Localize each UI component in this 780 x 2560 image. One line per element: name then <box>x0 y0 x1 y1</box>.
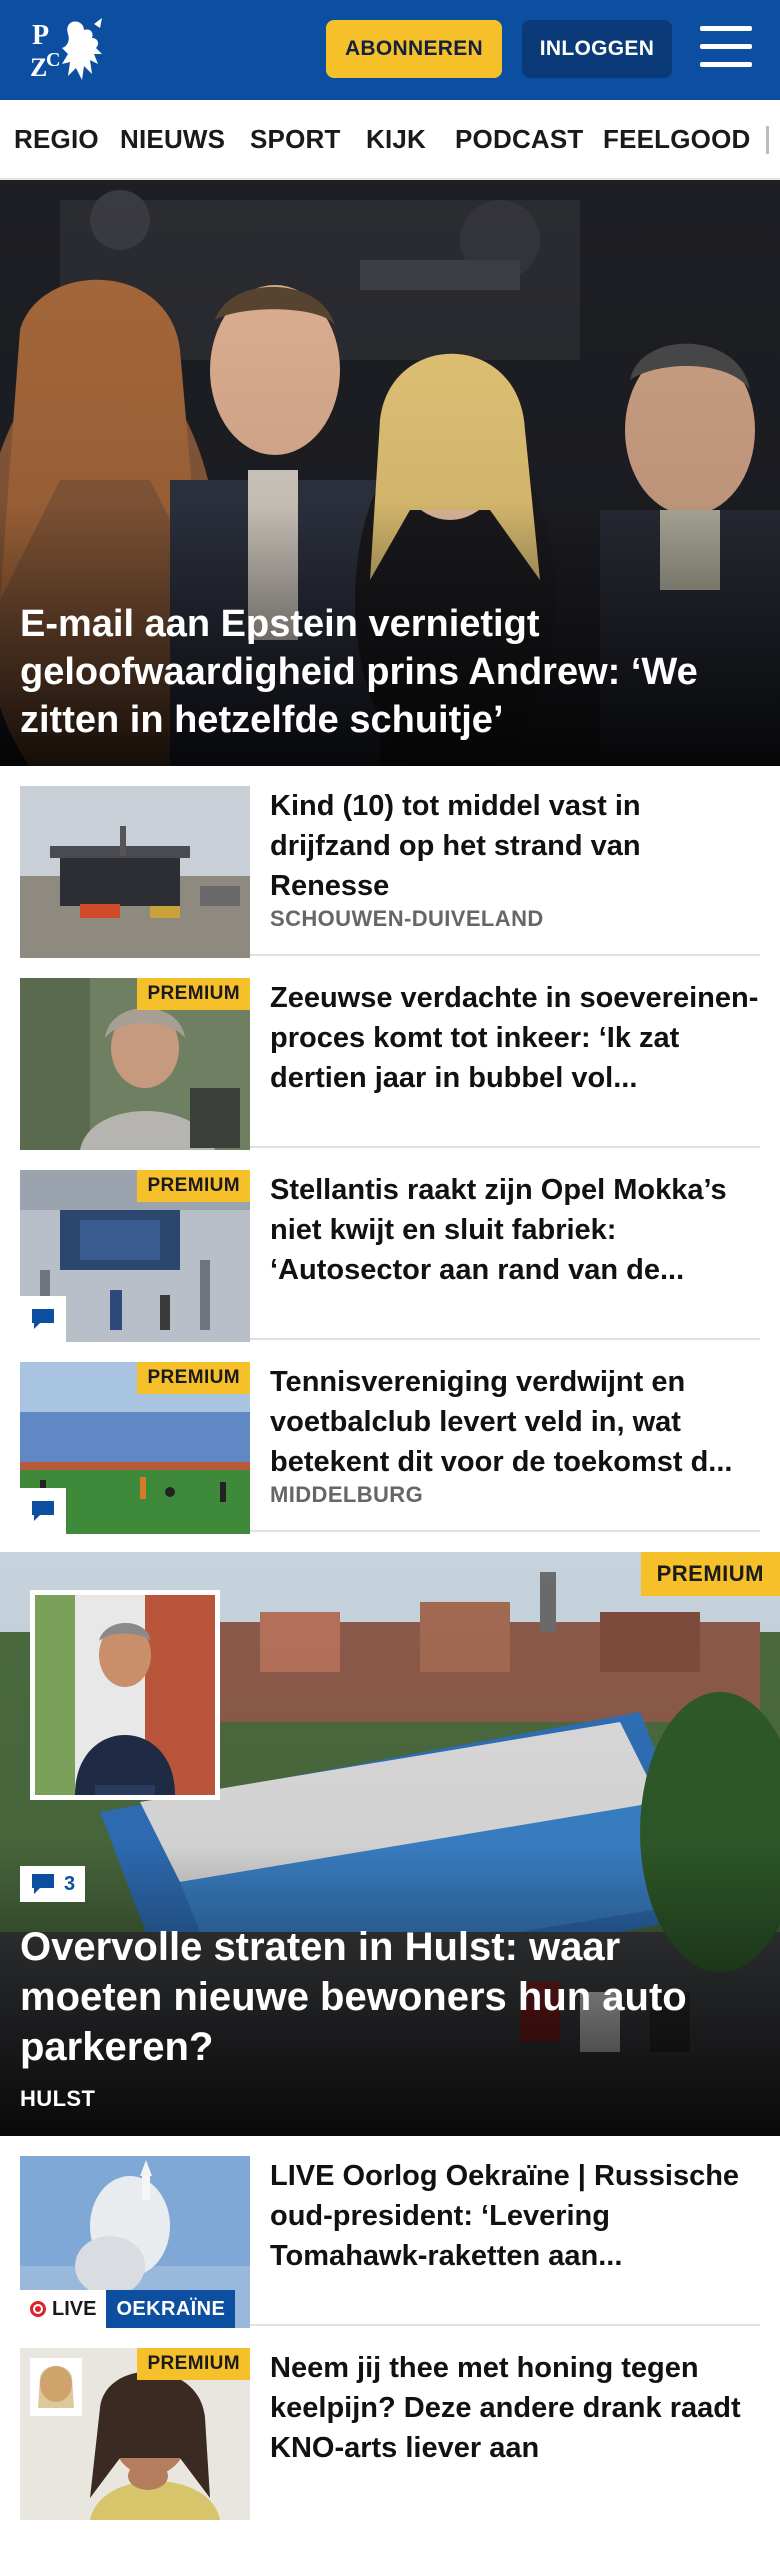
nav-item-podcast[interactable]: PODCAST <box>455 124 584 155</box>
comment-count: 3 <box>64 1872 76 1895</box>
premium-badge: PREMIUM <box>137 2348 250 2380</box>
login-button[interactable]: INLOGGEN <box>522 20 672 78</box>
live-label: LIVE <box>52 2297 97 2320</box>
comment-icon[interactable] <box>20 1296 66 1342</box>
article-thumbnail <box>20 786 250 958</box>
comment-count-badge[interactable]: 3 <box>20 1866 86 1902</box>
nav-item-sport[interactable]: SPORT <box>250 124 341 155</box>
article-thumbnail: PREMIUM <box>20 2348 250 2520</box>
hero-headline[interactable]: E-mail aan Epstein vernietigt geloofwaar… <box>20 600 760 744</box>
list-item[interactable]: LIVE OEKRAÏNE LIVE Oorlog Oekraïne | Rus… <box>20 2136 760 2328</box>
article-thumbnail: LIVE OEKRAÏNE <box>20 2156 250 2328</box>
svg-text:C: C <box>46 49 60 71</box>
nav-item-regio[interactable]: REGIO <box>14 124 99 155</box>
pzc-logo[interactable]: P Z C <box>28 14 112 86</box>
feature-region-tag: HULST <box>20 2086 96 2111</box>
article-title[interactable]: Tennisvereniging verdwijnt en voetbalclu… <box>270 1362 760 1482</box>
comment-icon <box>32 1874 54 1894</box>
nav-item-kijk[interactable]: KIJK <box>366 124 426 155</box>
article-thumbnail: PREMIUM <box>20 1170 250 1342</box>
top-bar: P Z C ABONNEREN INLOGGEN <box>0 0 780 100</box>
pzc-logo-icon: P Z C <box>30 18 102 82</box>
article-title[interactable]: Stellantis raakt zijn Opel Mokka’s niet … <box>270 1170 760 1290</box>
live-badge: LIVE OEKRAÏNE <box>20 2290 236 2328</box>
article-thumbnail: PREMIUM <box>20 978 250 1150</box>
featured-article[interactable]: PREMIUM 3 Overvolle straten in Hulst: wa… <box>0 1552 780 2136</box>
live-indicator-icon <box>30 2301 46 2317</box>
article-title[interactable]: Kind (10) tot middel vast in drijfzand o… <box>270 786 760 906</box>
premium-badge: PREMIUM <box>137 1170 250 1202</box>
feature-headline[interactable]: Overvolle straten in Hulst: waar moeten … <box>20 1922 760 2072</box>
list-item[interactable]: PREMIUM Tennisvereniging verdwijnt en vo… <box>20 1342 760 1534</box>
comment-icon[interactable] <box>20 1488 66 1534</box>
svg-text:Z: Z <box>30 53 47 82</box>
article-region-tag: SCHOUWEN-DUIVELAND <box>270 906 544 931</box>
nav-item-feelgood[interactable]: FEELGOOD <box>603 124 751 155</box>
hamburger-menu-icon[interactable] <box>700 26 752 72</box>
list-item[interactable]: Kind (10) tot middel vast in drijfzand o… <box>20 766 760 958</box>
list-item[interactable]: PREMIUM Neem jij thee met honing tegen k… <box>20 2328 760 2520</box>
article-region-tag: MIDDELBURG <box>270 1482 424 1507</box>
nav-overflow-indicator <box>766 126 769 154</box>
subscribe-button[interactable]: ABONNEREN <box>326 20 502 78</box>
article-thumbnail: PREMIUM <box>20 1362 250 1534</box>
article-title[interactable]: Zeeuwse verdachte in soeverei­nen-proces… <box>270 978 760 1098</box>
svg-text:P: P <box>32 20 49 51</box>
article-title[interactable]: Neem jij thee met honing tegen keelpijn?… <box>270 2348 760 2468</box>
premium-badge: PREMIUM <box>137 1362 250 1394</box>
section-nav: REGIO NIEUWS SPORT KIJK PODCAST FEELGOOD <box>0 100 780 180</box>
list-item[interactable]: PREMIUM Zeeuwse verdachte in soeverei­ne… <box>20 958 760 1150</box>
author-portrait <box>30 1590 220 1800</box>
nav-item-nieuws[interactable]: NIEUWS <box>120 124 225 155</box>
hero-article[interactable]: E-mail aan Epstein vernietigt geloofwaar… <box>0 180 780 766</box>
list-item[interactable]: PREMIUM Stellantis raakt zijn Opel Mokka… <box>20 1150 760 1342</box>
topic-label: OEKRAÏNE <box>106 2290 236 2328</box>
premium-badge: PREMIUM <box>137 978 250 1010</box>
article-title[interactable]: LIVE Oorlog Oekraïne | Russische oud-pre… <box>270 2156 760 2276</box>
premium-badge: PREMIUM <box>640 1552 780 1596</box>
